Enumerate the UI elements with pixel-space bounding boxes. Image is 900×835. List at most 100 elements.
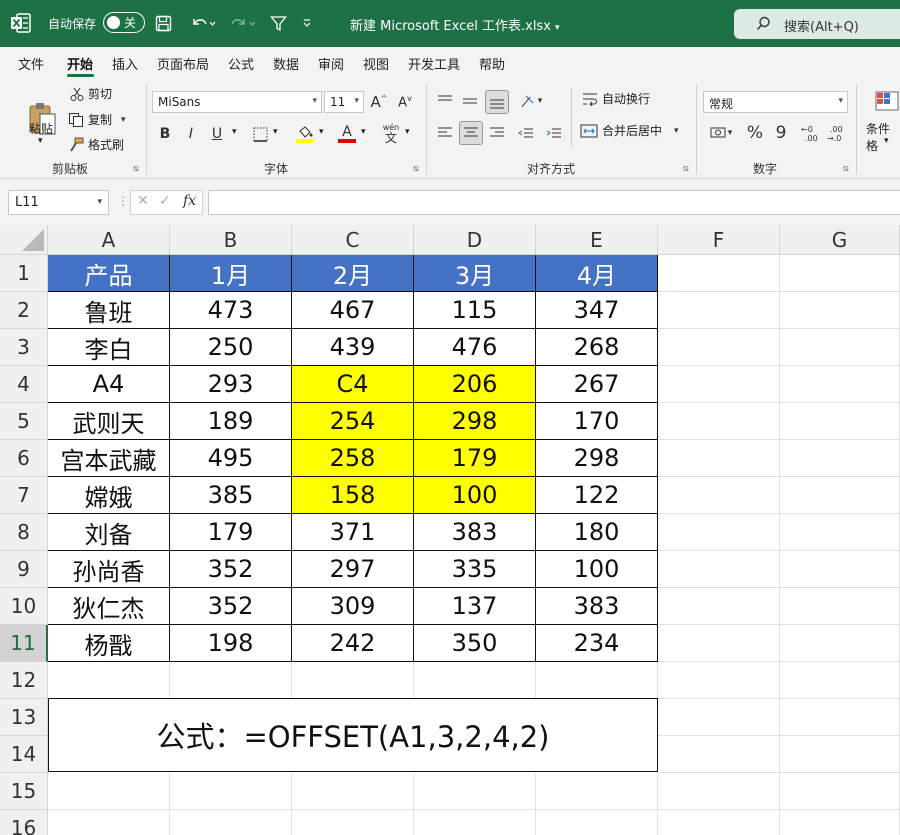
alignment-launcher-icon[interactable]: ⧅ (683, 164, 689, 174)
cell-f6[interactable] (658, 440, 780, 477)
cell-g3[interactable] (780, 329, 900, 366)
font-launcher-icon[interactable]: ⧅ (413, 164, 419, 174)
cell-g16[interactable] (780, 810, 900, 835)
cell-d4[interactable]: 206 (414, 366, 536, 403)
document-title[interactable]: 新建 Microsoft Excel 工作表.xlsx ▾ (350, 15, 560, 34)
cell-g12[interactable] (780, 662, 900, 699)
cell-b11[interactable]: 198 (170, 625, 292, 662)
cell-a10[interactable]: 狄仁杰 (48, 588, 170, 625)
cell-e12[interactable] (536, 662, 658, 699)
cell-a11[interactable]: 杨戬 (48, 625, 170, 662)
comma-style-button[interactable]: 9 (770, 122, 792, 144)
row-header-12[interactable]: 12 (0, 662, 48, 699)
tab-view[interactable]: 视图 (363, 54, 389, 73)
decrease-decimal-button[interactable]: .00 →.0 (826, 122, 848, 144)
cell-d8[interactable]: 383 (414, 514, 536, 551)
cell-c15[interactable] (292, 773, 414, 810)
cell-a7[interactable]: 嫦娥 (48, 477, 170, 514)
row-header-3[interactable]: 3 (0, 329, 48, 366)
cancel-icon[interactable]: ✕ (137, 193, 149, 209)
row-header-15[interactable]: 15 (0, 773, 48, 810)
cell-e6[interactable]: 298 (536, 440, 658, 477)
row-header-1[interactable]: 1 (0, 255, 48, 292)
column-header-g[interactable]: G (780, 225, 900, 255)
cell-e8[interactable]: 180 (536, 514, 658, 551)
tab-insert[interactable]: 插入 (112, 54, 138, 73)
font-size-select[interactable]: 11 ▾ (324, 91, 364, 113)
cell-e16[interactable] (536, 810, 658, 835)
font-color-button[interactable]: A (336, 122, 358, 146)
cell-b16[interactable] (170, 810, 292, 835)
cell-f15[interactable] (658, 773, 780, 810)
cell-e1[interactable]: 4月 (536, 255, 658, 292)
increase-indent-button[interactable] (543, 122, 565, 144)
cell-a16[interactable] (48, 810, 170, 835)
cell-a5[interactable]: 武则天 (48, 403, 170, 440)
tab-help[interactable]: 帮助 (479, 54, 505, 73)
cell-g8[interactable] (780, 514, 900, 551)
cell-c2[interactable]: 467 (292, 292, 414, 329)
tab-review[interactable]: 审阅 (318, 54, 344, 73)
cell-g9[interactable] (780, 551, 900, 588)
row-header-2[interactable]: 2 (0, 292, 48, 329)
cell-d15[interactable] (414, 773, 536, 810)
cell-a3[interactable]: 李白 (48, 329, 170, 366)
cell-c9[interactable]: 297 (292, 551, 414, 588)
cell-a8[interactable]: 刘备 (48, 514, 170, 551)
row-header-10[interactable]: 10 (0, 588, 48, 625)
phonetic-guide-button[interactable]: wén 文 (380, 122, 402, 146)
number-launcher-icon[interactable]: ⧅ (843, 164, 849, 174)
cell-f14[interactable] (658, 736, 780, 773)
column-header-d[interactable]: D (414, 225, 536, 255)
cell-d2[interactable]: 115 (414, 292, 536, 329)
bold-button[interactable]: B (156, 123, 174, 145)
cell-b4[interactable]: 293 (170, 366, 292, 403)
cell-d1[interactable]: 3月 (414, 255, 536, 292)
align-left-button[interactable] (434, 122, 456, 144)
align-top-button[interactable] (434, 90, 456, 112)
cell-b7[interactable]: 385 (170, 477, 292, 514)
row-header-4[interactable]: 4 (0, 366, 48, 403)
cell-f5[interactable] (658, 403, 780, 440)
cell-g13[interactable] (780, 699, 900, 736)
copy-button[interactable]: 复制 ▾ (68, 111, 126, 128)
row-header-9[interactable]: 9 (0, 551, 48, 588)
select-all-button[interactable] (0, 225, 48, 255)
italic-button[interactable]: I (182, 123, 200, 145)
cell-f16[interactable] (658, 810, 780, 835)
number-format-select[interactable]: 常规 ▾ (703, 91, 848, 113)
cell-c10[interactable]: 309 (292, 588, 414, 625)
tab-page-layout[interactable]: 页面布局 (157, 54, 209, 73)
cell-g15[interactable] (780, 773, 900, 810)
cell-a6[interactable]: 宫本武藏 (48, 440, 170, 477)
cell-c16[interactable] (292, 810, 414, 835)
column-header-c[interactable]: C (292, 225, 414, 255)
cell-g10[interactable] (780, 588, 900, 625)
cell-b1[interactable]: 1月 (170, 255, 292, 292)
row-header-8[interactable]: 8 (0, 514, 48, 551)
underline-dropdown-icon[interactable]: ▾ (232, 127, 237, 137)
row-header-5[interactable]: 5 (0, 403, 48, 440)
borders-dropdown-icon[interactable]: ▾ (273, 127, 278, 137)
clipboard-launcher-icon[interactable]: ⧅ (133, 164, 139, 174)
insert-function-icon[interactable]: fx (183, 193, 196, 209)
align-bottom-button[interactable] (485, 90, 509, 114)
underline-button[interactable]: U (208, 123, 226, 145)
cell-c7[interactable]: 158 (292, 477, 414, 514)
tab-file[interactable]: 文件 (18, 54, 44, 73)
cut-button[interactable]: 剪切 (70, 85, 112, 102)
cell-f10[interactable] (658, 588, 780, 625)
redo-button[interactable] (228, 11, 258, 35)
cell-f8[interactable] (658, 514, 780, 551)
cell-e10[interactable]: 383 (536, 588, 658, 625)
cell-d12[interactable] (414, 662, 536, 699)
wrap-text-button[interactable]: 自动换行 (582, 90, 650, 107)
cell-e2[interactable]: 347 (536, 292, 658, 329)
cell-g7[interactable] (780, 477, 900, 514)
cell-b15[interactable] (170, 773, 292, 810)
cell-b3[interactable]: 250 (170, 329, 292, 366)
borders-button[interactable] (250, 123, 270, 145)
align-middle-button[interactable] (459, 90, 481, 112)
cell-c8[interactable]: 371 (292, 514, 414, 551)
cell-b6[interactable]: 495 (170, 440, 292, 477)
